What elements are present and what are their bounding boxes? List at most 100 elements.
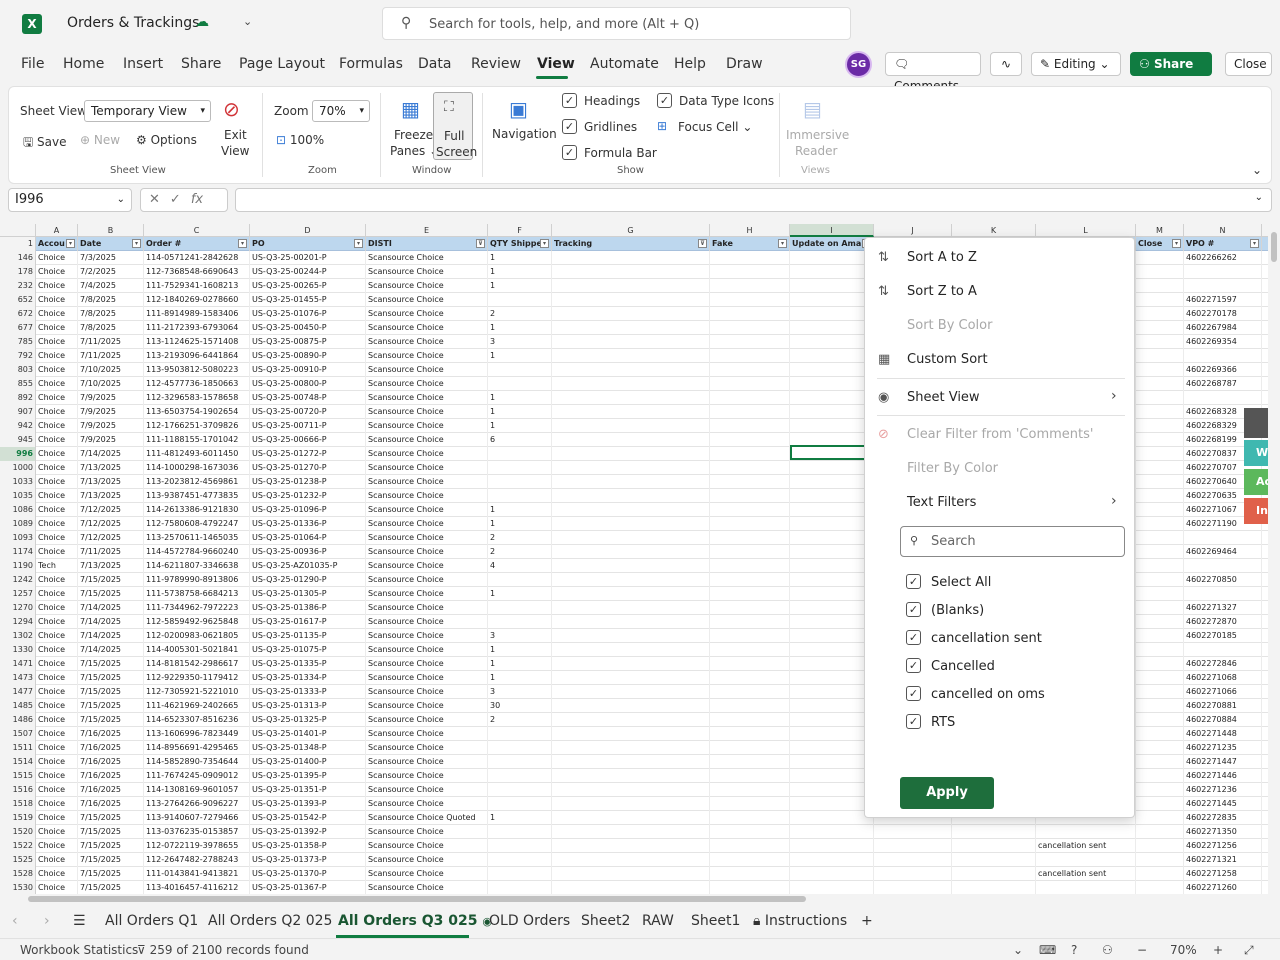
- cell-h[interactable]: [710, 881, 790, 894]
- cell-c[interactable]: 112-7580608-4792247: [144, 517, 250, 531]
- cell-h[interactable]: [710, 867, 790, 881]
- header-cell-e[interactable]: DISTI ⊽: [366, 237, 488, 251]
- cell-d[interactable]: US-Q3-25-00936-P: [250, 545, 366, 559]
- cell-f[interactable]: 1: [488, 587, 552, 601]
- column-header-f[interactable]: F: [488, 224, 552, 237]
- cell-c[interactable]: 112-0722119-3978655: [144, 839, 250, 853]
- cell-g[interactable]: [552, 699, 710, 713]
- scroll-thumb[interactable]: [28, 896, 806, 902]
- cell-c[interactable]: 111-7674245-0909012: [144, 769, 250, 783]
- cell-g[interactable]: [552, 531, 710, 545]
- cell-a[interactable]: Choice: [36, 293, 78, 307]
- row-number[interactable]: 1518: [0, 797, 36, 811]
- cell-h[interactable]: [710, 657, 790, 671]
- cell-f[interactable]: 1: [488, 349, 552, 363]
- row-number[interactable]: 1525: [0, 853, 36, 867]
- cell-m[interactable]: [1136, 657, 1184, 671]
- cell-b[interactable]: 7/15/2025: [78, 587, 144, 601]
- cell-n[interactable]: 4602271445: [1184, 797, 1262, 811]
- cell-n[interactable]: 4602271068: [1184, 671, 1262, 685]
- cell-l[interactable]: cancellation sent: [1036, 839, 1136, 853]
- cell-h[interactable]: [710, 517, 790, 531]
- function-icon[interactable]: fx: [191, 192, 203, 207]
- cell-i[interactable]: [790, 755, 874, 769]
- comments-button[interactable]: 🗨 Comments: [885, 52, 981, 93]
- cell-a[interactable]: Choice: [36, 321, 78, 335]
- cell-f[interactable]: 1: [488, 811, 552, 825]
- cell-b[interactable]: 7/12/2025: [78, 531, 144, 545]
- cell-g[interactable]: [552, 251, 710, 265]
- selected-cell[interactable]: [790, 445, 874, 460]
- cell-h[interactable]: [710, 769, 790, 783]
- zoom-100-button[interactable]: ⊡ 100%: [276, 133, 324, 147]
- chevron-right-icon[interactable]: ›: [44, 913, 50, 929]
- editing-button[interactable]: ✎ Editing ⌄: [1031, 52, 1121, 76]
- cell-k[interactable]: [952, 853, 1036, 867]
- cell-n[interactable]: 4602271597: [1184, 293, 1262, 307]
- row-number[interactable]: 1190: [0, 559, 36, 573]
- cell-f[interactable]: [488, 769, 552, 783]
- cell-g[interactable]: [552, 293, 710, 307]
- cell-c[interactable]: 112-1840269-0278660: [144, 293, 250, 307]
- cell-h[interactable]: [710, 405, 790, 419]
- row-number[interactable]: 1477: [0, 685, 36, 699]
- cell-n[interactable]: 4602268787: [1184, 377, 1262, 391]
- cell-f[interactable]: 4: [488, 559, 552, 573]
- cell-i[interactable]: [790, 727, 874, 741]
- cell-m[interactable]: [1136, 629, 1184, 643]
- cell-d[interactable]: US-Q3-25-00875-P: [250, 335, 366, 349]
- cell-h[interactable]: [710, 601, 790, 615]
- cell-d[interactable]: US-Q3-25-00201-P: [250, 251, 366, 265]
- column-header-a[interactable]: A: [36, 224, 78, 237]
- cell-h[interactable]: [710, 811, 790, 825]
- cell-h[interactable]: [710, 307, 790, 321]
- cell-e[interactable]: Scansource Choice: [366, 475, 488, 489]
- cell-a[interactable]: Choice: [36, 755, 78, 769]
- cell-i[interactable]: [790, 587, 874, 601]
- select-all-checkbox[interactable]: ✓: [906, 574, 921, 589]
- row-number[interactable]: 907: [0, 405, 36, 419]
- cell-e[interactable]: Scansource Choice: [366, 377, 488, 391]
- filter-by-color[interactable]: Filter By Color: [907, 461, 998, 476]
- cell-h[interactable]: [710, 349, 790, 363]
- cell-b[interactable]: 7/8/2025: [78, 307, 144, 321]
- tab-formulas[interactable]: Formulas: [339, 56, 403, 72]
- row-number[interactable]: 1089: [0, 517, 36, 531]
- cell-e[interactable]: Scansource Choice: [366, 629, 488, 643]
- column-header-d[interactable]: D: [250, 224, 366, 237]
- cell-f[interactable]: 1: [488, 517, 552, 531]
- cell-n[interactable]: 4602271350: [1184, 825, 1262, 839]
- sort-a-to-z[interactable]: Sort A to Z: [907, 250, 977, 265]
- cell-i[interactable]: [790, 741, 874, 755]
- cell-i[interactable]: [790, 461, 874, 475]
- avatar[interactable]: SG: [845, 51, 872, 78]
- tab-draw[interactable]: Draw: [726, 56, 763, 72]
- cell-g[interactable]: [552, 881, 710, 894]
- cell-f[interactable]: [488, 783, 552, 797]
- cell-c[interactable]: 113-9503812-5080223: [144, 363, 250, 377]
- header-cell-c[interactable]: Order # ▾: [144, 237, 250, 251]
- row-number[interactable]: 1033: [0, 475, 36, 489]
- cell-c[interactable]: 114-0571241-2842628: [144, 251, 250, 265]
- headings-checkbox[interactable]: ✓: [562, 93, 577, 108]
- cell-c[interactable]: 114-2613386-9121830: [144, 503, 250, 517]
- tab-automate[interactable]: Automate: [590, 56, 659, 72]
- formula-input[interactable]: ⌄: [235, 188, 1272, 212]
- cell-a[interactable]: Choice: [36, 419, 78, 433]
- cell-a[interactable]: Choice: [36, 349, 78, 363]
- cell-h[interactable]: [710, 377, 790, 391]
- cell-b[interactable]: 7/3/2025: [78, 251, 144, 265]
- cell-d[interactable]: US-Q3-25-01367-P: [250, 881, 366, 894]
- tab-file[interactable]: File: [21, 56, 44, 72]
- cell-h[interactable]: [710, 629, 790, 643]
- cell-f[interactable]: [488, 489, 552, 503]
- full-screen-button[interactable]: ⛶ Full Screen: [433, 92, 477, 160]
- cell-a[interactable]: Choice: [36, 741, 78, 755]
- cell-b[interactable]: 7/2/2025: [78, 265, 144, 279]
- filter-dropdown-icon[interactable]: ▾: [540, 239, 549, 248]
- column-header-h[interactable]: H: [710, 224, 790, 237]
- cell-d[interactable]: US-Q3-25-01401-P: [250, 727, 366, 741]
- cell-n[interactable]: 4602272835: [1184, 811, 1262, 825]
- tab-page-layout[interactable]: Page Layout: [239, 56, 325, 72]
- cell-f[interactable]: [488, 881, 552, 894]
